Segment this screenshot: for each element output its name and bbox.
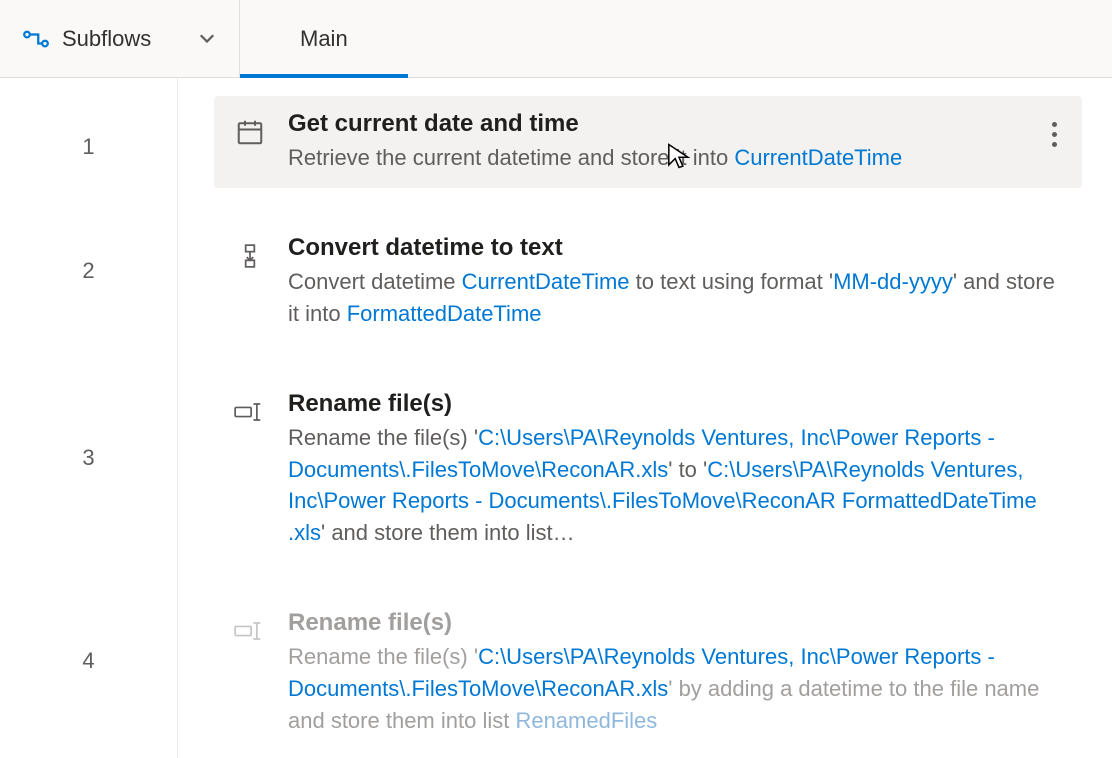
action-title: Rename file(s) <box>288 609 1064 637</box>
line-number: 4 <box>0 572 177 750</box>
line-number: 3 <box>0 344 177 572</box>
action-description: Retrieve the current datetime and store … <box>288 142 1064 174</box>
workspace: 1 2 3 4 Get current date and time Retrie… <box>0 78 1112 758</box>
tab-main[interactable]: Main <box>240 0 408 77</box>
action-rename-files-disabled[interactable]: Rename file(s) Rename the file(s) 'C:\Us… <box>214 595 1082 751</box>
action-list: Get current date and time Retrieve the c… <box>178 78 1112 758</box>
literal-token: .xls <box>288 520 321 545</box>
convert-icon <box>232 238 268 274</box>
line-number: 1 <box>0 96 177 198</box>
action-description: Rename the file(s) 'C:\Users\PA\Reynolds… <box>288 422 1064 550</box>
line-number: 2 <box>0 198 177 344</box>
action-description: Convert datetime CurrentDateTime to text… <box>288 266 1064 330</box>
rename-icon <box>232 394 268 430</box>
action-title: Get current date and time <box>288 110 1064 138</box>
action-get-current-datetime[interactable]: Get current date and time Retrieve the c… <box>214 96 1082 188</box>
line-number-gutter: 1 2 3 4 <box>0 78 178 758</box>
tab-main-label: Main <box>300 26 348 52</box>
calendar-icon <box>232 114 268 150</box>
literal-token: MM-dd-yyyy <box>833 269 953 294</box>
variable-token[interactable]: CurrentDateTime <box>734 145 902 170</box>
chevron-down-icon <box>199 30 217 48</box>
action-convert-datetime-to-text[interactable]: Convert datetime to text Convert datetim… <box>214 220 1082 344</box>
action-title: Convert datetime to text <box>288 234 1064 262</box>
variable-token[interactable]: FormattedDateTime <box>347 301 542 326</box>
action-rename-files[interactable]: Rename file(s) Rename the file(s) 'C:\Us… <box>214 376 1082 564</box>
more-actions-button[interactable] <box>1040 114 1068 154</box>
variable-token[interactable]: FormattedDateTime <box>842 488 1037 513</box>
subflows-icon <box>22 29 50 49</box>
subflows-label: Subflows <box>62 26 151 52</box>
subflows-dropdown[interactable]: Subflows <box>0 0 240 77</box>
action-title: Rename file(s) <box>288 390 1064 418</box>
action-description: Rename the file(s) 'C:\Users\PA\Reynolds… <box>288 641 1064 737</box>
variable-token[interactable]: RenamedFiles <box>515 708 657 733</box>
variable-token[interactable]: CurrentDateTime <box>462 269 630 294</box>
rename-icon <box>232 613 268 649</box>
toolbar: Subflows Main <box>0 0 1112 78</box>
